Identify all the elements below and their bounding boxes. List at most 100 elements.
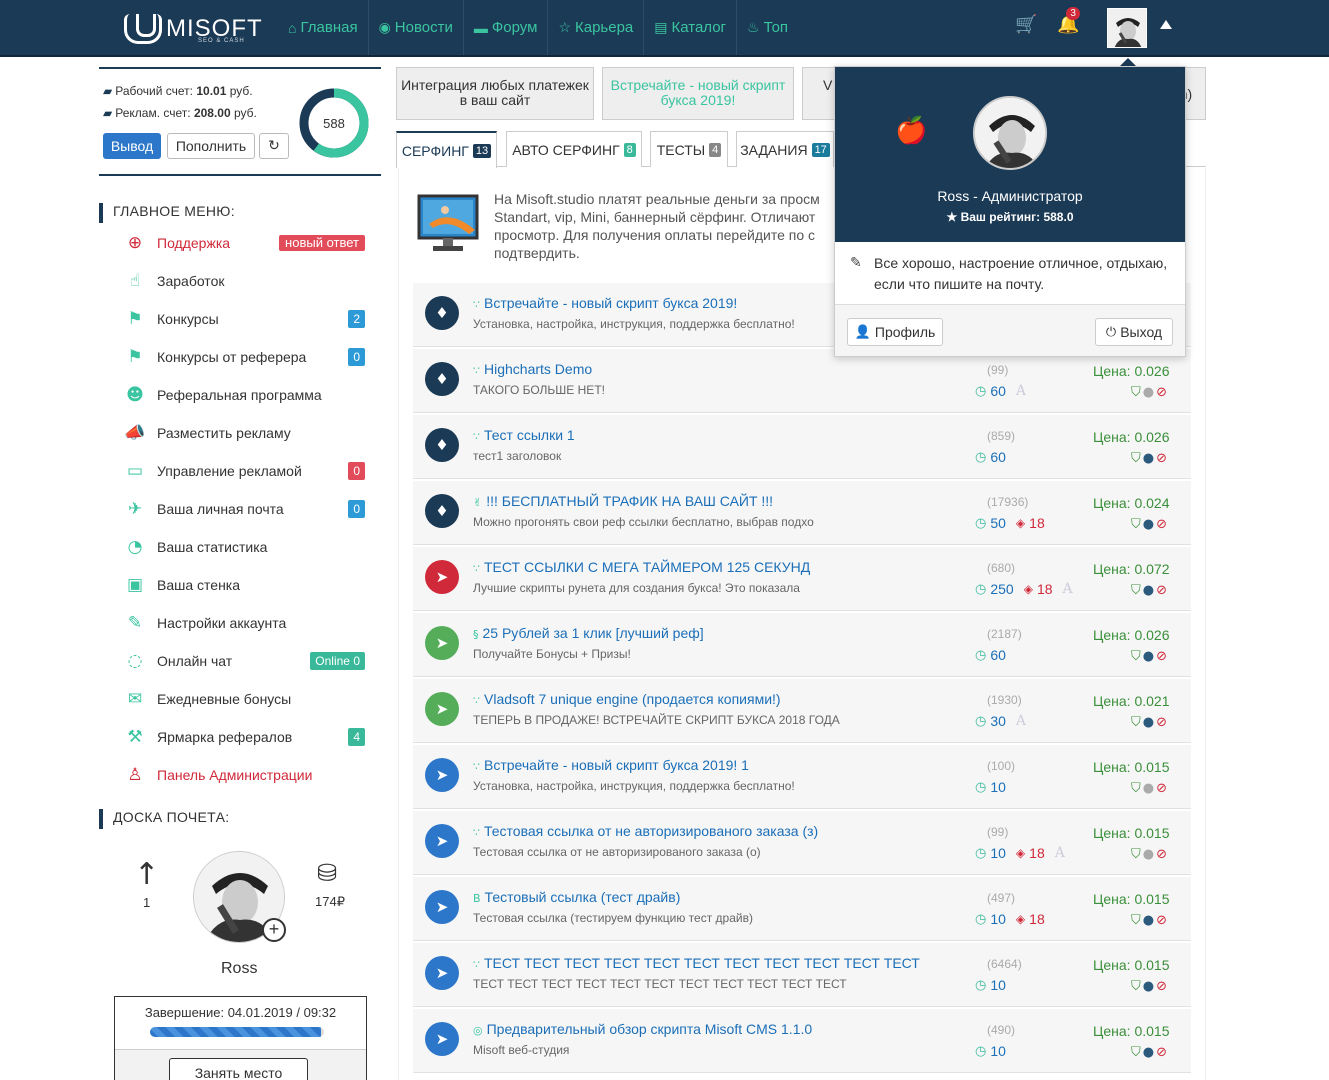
surf-row-title[interactable]: ∵ Vladsoft 7 unique engine (продается коп… [473, 691, 781, 707]
surf-row-title[interactable]: ◎ Предварительный обзор скрипта Misoft CM… [473, 1021, 812, 1037]
surf-row[interactable]: ♦ ∵ Highcharts Demo ТАКОГО БОЛЬШЕ НЕТ! (99) ◷… [413, 349, 1191, 413]
surf-row-time: 250 [990, 581, 1014, 597]
tab-count: 13 [472, 143, 492, 158]
surf-row-views: (100) [987, 759, 1016, 773]
surf-row-title[interactable]: ∵ Встречайте - новый скрипт букса 2019! 1 [473, 757, 749, 773]
surf-row-icon[interactable]: ➤ [425, 956, 459, 990]
eye-slash-icon: ◈ [1015, 846, 1026, 860]
nav-item-0[interactable]: ⌂ Главная [278, 0, 369, 55]
surf-row-icon[interactable]: ➤ [425, 1022, 459, 1056]
surf-row-title[interactable]: ∵ Встречайте - новый скрипт букса 2019! [473, 295, 737, 311]
ban-icon[interactable]: ⊘ [1156, 781, 1167, 796]
surf-row[interactable]: ➤ ∵ Vladsoft 7 unique engine (продается ко… [413, 679, 1191, 743]
surf-row-title[interactable]: § 25 Рублей за 1 клик [лучший реф] [473, 625, 704, 641]
ban-icon[interactable]: ⊘ [1156, 913, 1167, 928]
ban-icon[interactable]: ⊘ [1156, 979, 1167, 994]
surf-row-title[interactable]: ∵ ТЕСТ ССЫЛКИ С МЕГА ТАЙМЕРОМ 125 СЕКУНД [473, 559, 810, 575]
sidebar-item-9[interactable]: ▣ Ваша стенка [119, 572, 365, 598]
add-place-icon[interactable]: + [262, 918, 286, 942]
surf-row-icon[interactable]: ➤ [425, 692, 459, 726]
surf-row-title[interactable]: ∵ Highcharts Demo [473, 361, 592, 377]
promo-banner-2[interactable]: Встречайте - новый скрипт букса 2019! [602, 67, 794, 120]
surf-row-icon[interactable]: ♦ [425, 494, 459, 528]
surf-row-icon[interactable]: ➤ [425, 626, 459, 660]
tab-0[interactable]: СЕРФИНГ 13 [396, 131, 497, 168]
sidebar-item-13[interactable]: ⚒ Ярмарка рефералов 4 [119, 724, 365, 750]
briefcase-icon: ▰ [103, 84, 113, 98]
surf-row-icon[interactable]: ➤ [425, 758, 459, 792]
sidebar-item-2[interactable]: ⚑ Конкурсы 2 [119, 306, 365, 332]
withdraw-button[interactable]: Вывод [103, 133, 161, 159]
surf-row-title[interactable]: ✌!!! БЕСПЛАТНЫЙ ТРАФИК НА ВАШ САЙТ !!! [473, 493, 773, 509]
nav-item-3[interactable]: ☆ Карьера [548, 0, 645, 55]
menu-item-icon: ⚑ [127, 347, 143, 367]
tab-1[interactable]: АВТО СЕРФИНГ 8 [506, 131, 642, 167]
surf-row-icon[interactable]: ➤ [425, 890, 459, 924]
surf-row[interactable]: ➤ § 25 Рублей за 1 клик [лучший реф] Получа… [413, 613, 1191, 677]
logo-subtitle: SEO & CASH [198, 38, 245, 44]
sidebar-item-10[interactable]: ✎ Настройки аккаунта [119, 610, 365, 636]
ban-icon[interactable]: ⊘ [1156, 583, 1167, 598]
sidebar-item-12[interactable]: ✉ Ежедневные бонусы [119, 686, 365, 712]
surf-row-icon[interactable]: ♦ [425, 362, 459, 396]
sidebar-item-11[interactable]: ◌ Онлайн чат Online 0 [119, 648, 365, 674]
sidebar-item-4[interactable]: ☻ Реферальная программа [119, 382, 365, 408]
ban-icon[interactable]: ⊘ [1156, 385, 1167, 400]
surf-row-title[interactable]: ∵ ТЕСТ ТЕСТ ТЕСТ ТЕСТ ТЕСТ ТЕСТ ТЕСТ ТЕСТ… [473, 955, 920, 971]
sidebar-item-3[interactable]: ⚑ Конкурсы от реферера 0 [119, 344, 365, 370]
cart-icon[interactable]: 🛒 [1015, 14, 1037, 35]
surf-row-icon[interactable]: ♦ [425, 428, 459, 462]
user-flag-icon: ● [1142, 979, 1155, 994]
refresh-button[interactable]: ↻ [259, 133, 289, 159]
bell-icon[interactable]: 🔔 3 [1057, 7, 1080, 35]
occupy-place-button[interactable]: Занять место [169, 1058, 308, 1080]
sidebar-item-1[interactable]: ☝ Заработок [119, 268, 365, 294]
surf-row-title[interactable]: B Тестовый ссылка (тест драйв) [473, 889, 680, 905]
ban-icon[interactable]: ⊘ [1156, 649, 1167, 664]
sidebar-item-5[interactable]: 📣 Разместить рекламу [119, 420, 365, 446]
surf-row-title[interactable]: ∵ Тест ссылки 1 [473, 427, 575, 443]
tab-2[interactable]: ТЕСТЫ 4 [650, 131, 728, 167]
user-menu-caret-icon[interactable] [1160, 20, 1172, 29]
ban-icon[interactable]: ⊘ [1156, 1045, 1167, 1060]
surf-row[interactable]: ♦ ✌!!! БЕСПЛАТНЫЙ ТРАФИК НА ВАШ САЙТ !!! М… [413, 481, 1191, 545]
nav-item-1[interactable]: ◉ Новости [369, 0, 464, 55]
logout-button[interactable]: ⏻ Выход [1095, 318, 1173, 346]
sidebar-item-7[interactable]: ✈ Ваша личная почта 0 [119, 496, 365, 522]
sidebar-item-0[interactable]: ⊕ Поддержка новый ответ [119, 230, 365, 256]
surf-row[interactable]: ♦ ∵ Тест ссылки 1 тест1 заголовок (859) ◷ 60 Це… [413, 415, 1191, 479]
topup-button[interactable]: Пополнить [167, 133, 255, 159]
surf-row-views: (2187) [987, 627, 1022, 641]
promo-banner-1[interactable]: Интеграция любых платежек в ваш сайт [396, 67, 594, 120]
profile-button[interactable]: 👤 Профиль [847, 318, 943, 346]
surf-row[interactable]: ➤ ◎ Предварительный обзор скрипта Misoft C… [413, 1009, 1191, 1073]
surf-row[interactable]: ➤ ∵ Встречайте - новый скрипт букса 2019! … [413, 745, 1191, 809]
dropdown-avatar[interactable] [973, 96, 1047, 170]
nav-item-4[interactable]: ▤ Каталог [644, 0, 738, 55]
nav-label: Новости [394, 19, 453, 36]
surf-row[interactable]: ➤ ∵ Тестовая ссылка от не авторизированого… [413, 811, 1191, 875]
tab-3[interactable]: ЗАДАНИЯ 17 [736, 131, 834, 167]
sidebar-item-6[interactable]: ▭ Управление рекламой 0 [119, 458, 365, 484]
sidebar-item-14[interactable]: ♙ Панель Администрации [119, 762, 365, 788]
ban-icon[interactable]: ⊘ [1156, 517, 1167, 532]
surf-row[interactable]: ➤ ∵ ТЕСТ ТЕСТ ТЕСТ ТЕСТ ТЕСТ ТЕСТ ТЕСТ ТЕС… [413, 943, 1191, 1007]
surf-row-icon[interactable]: ➤ [425, 560, 459, 594]
surf-row-icon[interactable]: ➤ [425, 824, 459, 858]
surf-row-price: Цена: 0.024 [1093, 495, 1170, 511]
nav-item-2[interactable]: ▬ Форум [464, 0, 549, 55]
menu-item-label: Ваша статистика [157, 539, 268, 555]
surf-row[interactable]: ➤ B Тестовый ссылка (тест драйв) Тестовая с… [413, 877, 1191, 941]
sidebar-item-8[interactable]: ◔ Ваша статистика [119, 534, 365, 560]
user-avatar[interactable] [1107, 8, 1147, 48]
menu-item-icon: ⚑ [127, 309, 143, 329]
surf-row[interactable]: ➤ ∵ ТЕСТ ССЫЛКИ С МЕГА ТАЙМЕРОМ 125 СЕКУНД… [413, 547, 1191, 611]
surf-row-title[interactable]: ∵ Тестовая ссылка от не авторизированого … [473, 823, 818, 839]
surf-row-icon[interactable]: ♦ [425, 296, 459, 330]
ban-icon[interactable]: ⊘ [1156, 847, 1167, 862]
ban-icon[interactable]: ⊘ [1156, 451, 1167, 466]
surf-row-views: (497) [987, 891, 1016, 905]
ban-icon[interactable]: ⊘ [1156, 715, 1167, 730]
menu-item-label: Конкурсы [157, 311, 219, 327]
nav-item-5[interactable]: ♨ Топ [737, 0, 798, 55]
